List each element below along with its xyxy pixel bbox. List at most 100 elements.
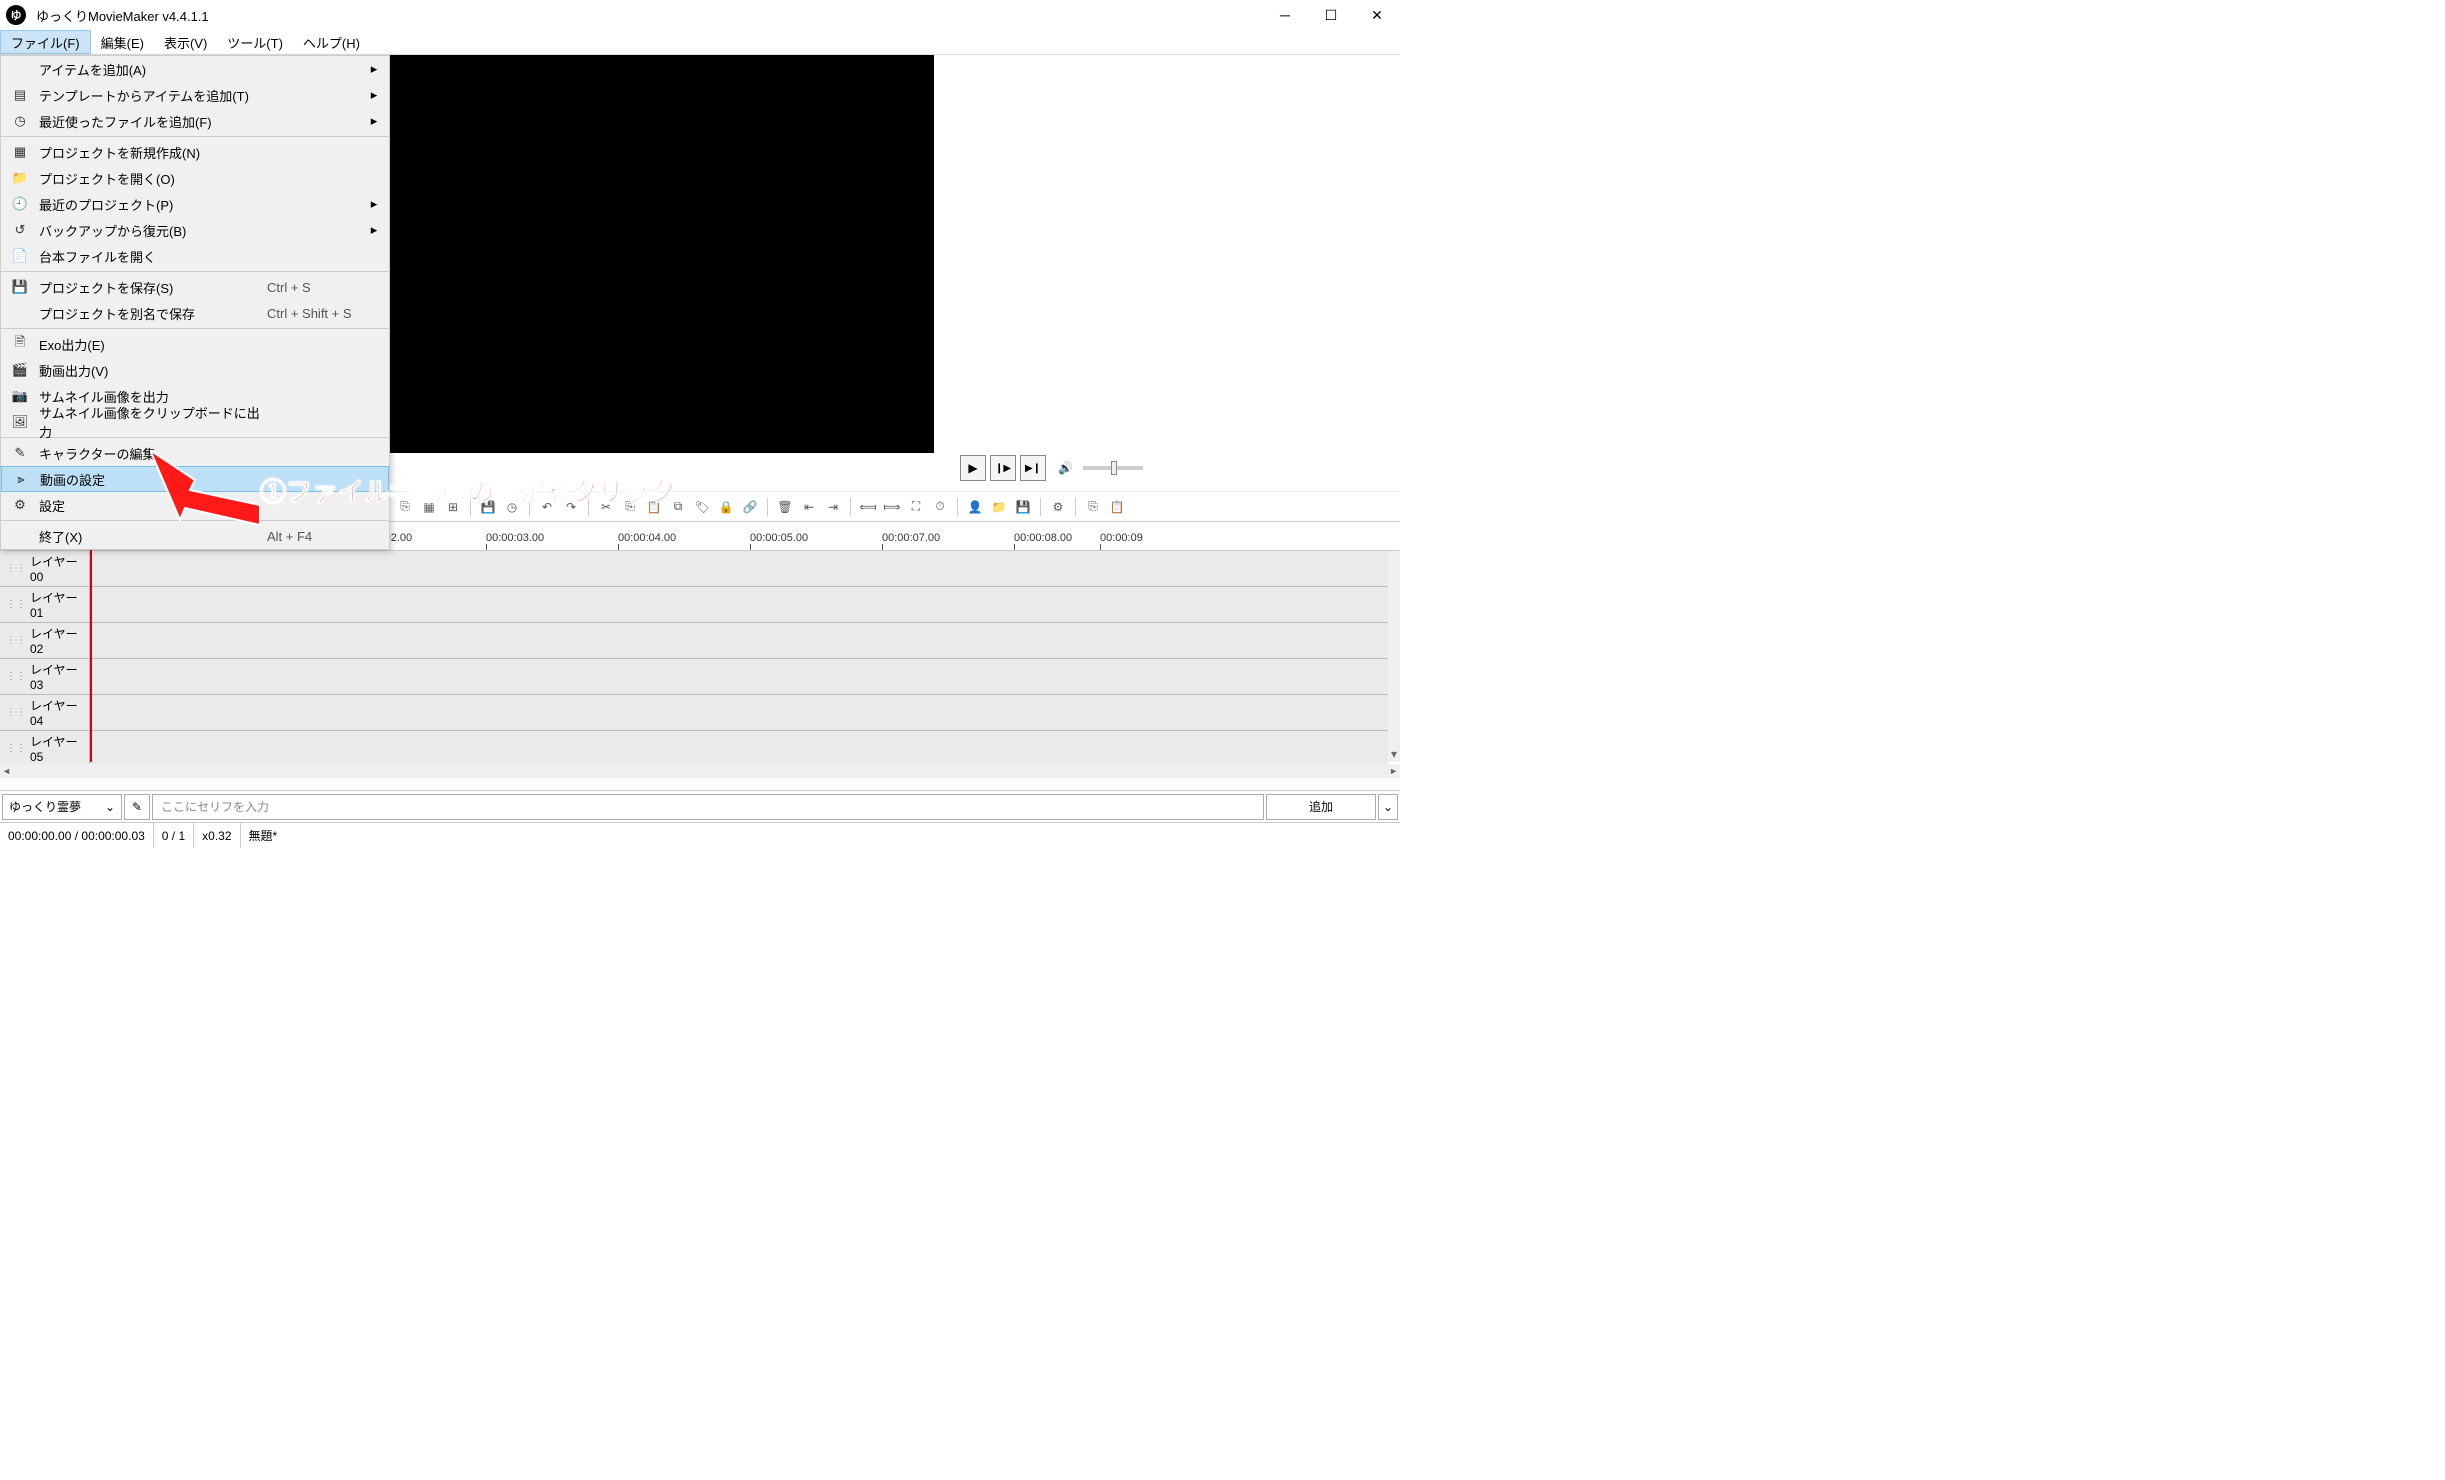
layer-track[interactable] xyxy=(90,659,1388,694)
preview-viewport[interactable] xyxy=(390,55,934,453)
layer-row[interactable]: ⋮⋮ レイヤー 04 xyxy=(0,695,1388,731)
copy2-icon[interactable]: ⎘ xyxy=(1082,496,1104,518)
split-right-icon[interactable]: ⟾ xyxy=(881,496,903,518)
layer-row[interactable]: ⋮⋮レイヤー 05 xyxy=(0,731,1388,767)
volume-icon[interactable]: 🔊 xyxy=(1058,461,1073,475)
layer-header[interactable]: ⋮⋮ レイヤー 04 xyxy=(0,695,90,730)
menu-item-label: アイテムを追加(A) xyxy=(31,60,267,79)
layer-header[interactable]: ⋮⋮レイヤー 05 xyxy=(0,731,90,766)
submenu-arrow-icon: ▸ xyxy=(367,113,381,129)
add-button[interactable]: 追加 xyxy=(1266,794,1376,820)
horizontal-scrollbar[interactable] xyxy=(0,764,1400,778)
character-name: ゆっくり霊夢 xyxy=(9,798,81,815)
add-dropdown-button[interactable]: ⌄ xyxy=(1378,794,1398,820)
playback-controls: ▶ ❙▶ ▶❙ 🔊 xyxy=(960,455,1143,481)
ruler-mark: 00:00:05.00 xyxy=(750,532,808,544)
menu-item-label: Exo出力(E) xyxy=(31,335,267,354)
layer-header[interactable]: ⋮⋮ レイヤー 03 xyxy=(0,659,90,694)
status-zoom: x0.32 xyxy=(194,823,240,848)
drag-handle-icon[interactable]: ⋮⋮ xyxy=(6,599,26,610)
next-button[interactable]: ▶❙ xyxy=(1020,455,1046,481)
ruler-mark: 00:00:04.00 xyxy=(618,532,676,544)
file-menu-item-16[interactable]: 🖼サムネイル画像をクリップボードに出力 xyxy=(1,409,389,435)
menu-file[interactable]: ファイル(F) xyxy=(0,30,91,54)
layer-row[interactable]: ⋮⋮レイヤー 00 xyxy=(0,551,1388,587)
new-icon: ▦ xyxy=(9,144,31,160)
layer-track[interactable] xyxy=(90,695,1388,730)
settings-icon[interactable]: ⚙ xyxy=(1047,496,1069,518)
char-icon[interactable]: 👤 xyxy=(964,496,986,518)
drag-handle-icon[interactable]: ⋮⋮ xyxy=(6,635,26,646)
align-right-icon[interactable]: ⇥ xyxy=(822,496,844,518)
time-icon[interactable]: ⏱ xyxy=(929,496,951,518)
minimize-button[interactable]: ─ xyxy=(1262,0,1308,30)
folder-icon: 📁 xyxy=(9,170,31,186)
character-config-button[interactable]: ✎ xyxy=(124,794,150,820)
file-menu-item-1[interactable]: ▤テンプレートからアイテムを追加(T)▸ xyxy=(1,82,389,108)
file-menu-item-6[interactable]: 🕘最近のプロジェクト(P)▸ xyxy=(1,191,389,217)
link-icon[interactable]: 🔗 xyxy=(739,496,761,518)
dropdown-icon: ⌄ xyxy=(105,800,115,814)
drag-handle-icon[interactable]: ⋮⋮ xyxy=(6,671,26,682)
menu-edit[interactable]: 編集(E) xyxy=(91,30,154,54)
menu-tools[interactable]: ツール(T) xyxy=(217,30,293,54)
delete-icon[interactable]: 🗑 xyxy=(774,496,796,518)
align-left-icon[interactable]: ⇤ xyxy=(798,496,820,518)
folder-icon[interactable]: 📁 xyxy=(988,496,1010,518)
character-select[interactable]: ゆっくり霊夢 ⌄ xyxy=(2,794,122,820)
drag-handle-icon[interactable]: ⋮⋮ xyxy=(6,563,26,574)
layer-name: レイヤー 02 xyxy=(30,625,89,656)
layer-track[interactable] xyxy=(90,587,1388,622)
layer-name: レイヤー 04 xyxy=(30,697,89,728)
menu-item-label: プロジェクトを開く(O) xyxy=(31,169,267,188)
ruler-mark: 00:00:07.00 xyxy=(882,532,940,544)
menu-help[interactable]: ヘルプ(H) xyxy=(293,30,370,54)
file-menu-item-10[interactable]: 💾プロジェクトを保存(S)Ctrl + S xyxy=(1,274,389,300)
vertical-scrollbar[interactable]: ▾ xyxy=(1388,551,1400,762)
status-project: 無題* xyxy=(241,823,286,848)
split-left-icon[interactable]: ⟽ xyxy=(857,496,879,518)
file-menu-item-11[interactable]: プロジェクトを別名で保存Ctrl + Shift + S xyxy=(1,300,389,326)
ruler-mark: 00:00:08.00 xyxy=(1014,532,1072,544)
layer-track[interactable] xyxy=(90,623,1388,658)
drag-handle-icon[interactable]: ⋮⋮ xyxy=(6,707,26,718)
layer-track[interactable] xyxy=(90,551,1388,586)
save2-icon[interactable]: 💾 xyxy=(1012,496,1034,518)
file-menu-item-2[interactable]: ◷最近使ったファイルを追加(F)▸ xyxy=(1,108,389,134)
layer-header[interactable]: ⋮⋮レイヤー 00 xyxy=(0,551,90,586)
fit-icon[interactable]: ⛶ xyxy=(905,496,927,518)
lock-icon[interactable]: 🔒 xyxy=(715,496,737,518)
layer-header[interactable]: ⋮⋮ レイヤー 02 xyxy=(0,623,90,658)
file-menu-item-5[interactable]: 📁プロジェクトを開く(O) xyxy=(1,165,389,191)
layer-name: レイヤー 01 xyxy=(30,589,89,620)
maximize-button[interactable]: ☐ xyxy=(1308,0,1354,30)
serif-input[interactable]: ここにセリフを入力 xyxy=(152,794,1264,820)
layer-row[interactable]: ⋮⋮ レイヤー 02 xyxy=(0,623,1388,659)
menu-item-label: 最近使ったファイルを追加(F) xyxy=(31,112,267,131)
playhead[interactable] xyxy=(90,521,92,762)
file-menu-item-8[interactable]: 📄台本ファイルを開く xyxy=(1,243,389,269)
menu-item-label: 動画出力(V) xyxy=(31,361,267,380)
tag-icon[interactable]: 🏷 xyxy=(691,496,713,518)
drag-handle-icon[interactable]: ⋮⋮ xyxy=(6,743,26,754)
layer-header[interactable]: ⋮⋮ レイヤー 01 xyxy=(0,587,90,622)
status-bar: 00:00:00.00 / 00:00:00.03 0 / 1 x0.32 無題… xyxy=(0,822,1400,848)
layer-row[interactable]: ⋮⋮ レイヤー 03 xyxy=(0,659,1388,695)
play-button[interactable]: ▶ xyxy=(960,455,986,481)
file-menu-item-0[interactable]: アイテムを追加(A)▸ xyxy=(1,56,389,82)
file-menu-item-14[interactable]: 🎬動画出力(V) xyxy=(1,357,389,383)
cam-icon: 📷 xyxy=(9,388,31,404)
volume-slider[interactable] xyxy=(1083,466,1143,470)
layer-row[interactable]: ⋮⋮ レイヤー 01 xyxy=(0,587,1388,623)
file-menu-item-13[interactable]: 🗎Exo出力(E) xyxy=(1,331,389,357)
step-button[interactable]: ❙▶ xyxy=(990,455,1016,481)
serif-input-bar: ゆっくり霊夢 ⌄ ✎ ここにセリフを入力 追加 ⌄ xyxy=(0,790,1400,822)
file-menu-item-7[interactable]: ↺バックアップから復元(B)▸ xyxy=(1,217,389,243)
paste2-icon[interactable]: 📋 xyxy=(1106,496,1128,518)
close-button[interactable]: ✕ xyxy=(1354,0,1400,30)
status-frames: 0 / 1 xyxy=(154,823,194,848)
layer-track[interactable] xyxy=(90,731,1388,766)
layer-name: レイヤー 03 xyxy=(30,661,89,692)
file-menu-item-4[interactable]: ▦プロジェクトを新規作成(N) xyxy=(1,139,389,165)
menu-view[interactable]: 表示(V) xyxy=(154,30,217,54)
